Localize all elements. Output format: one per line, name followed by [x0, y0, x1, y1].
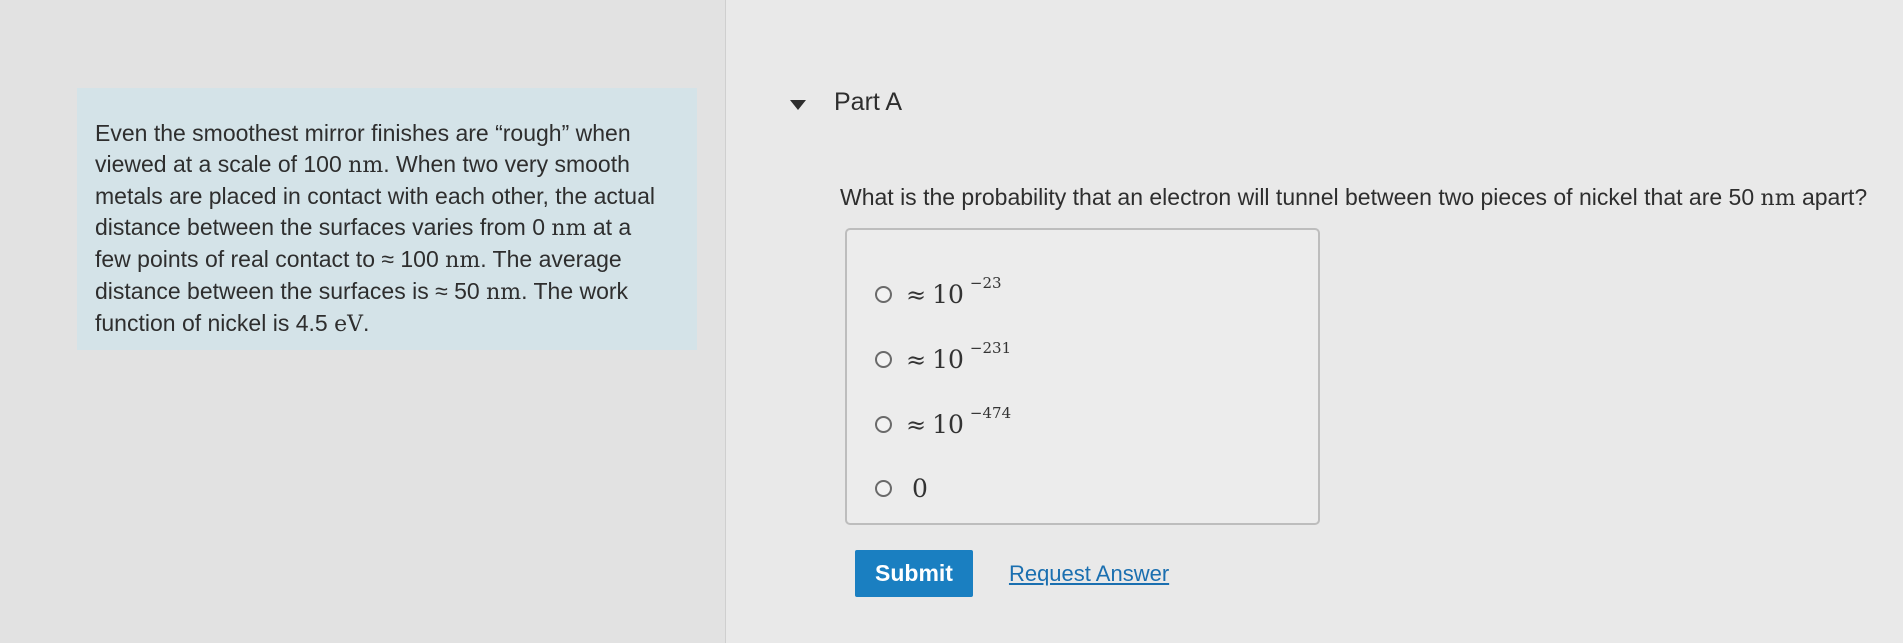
radio-button[interactable] [875, 416, 892, 433]
approx-symbol: ≈ [906, 345, 927, 374]
answer-options-box: ≈ 10 −23 ≈ 10 −231 ≈ 10 −474 0 [845, 228, 1320, 525]
option-2[interactable]: ≈ 10 −231 [875, 339, 1011, 374]
unit-nm: nm [1760, 186, 1796, 211]
question-segment-1: What is the probability that an electron… [840, 184, 1761, 210]
approx-symbol: ≈ [906, 410, 927, 439]
unit-nm: nm [486, 280, 522, 305]
option-1[interactable]: ≈ 10 −23 [875, 274, 1002, 309]
part-title: Part A [834, 88, 903, 116]
intro-text: Even the smoothest mirror finishes are “… [95, 118, 673, 340]
approx-symbol: ≈ [906, 280, 927, 309]
unit-nm: nm [445, 248, 481, 273]
option-exponent: −474 [969, 403, 1012, 422]
option-exponent: −231 [969, 338, 1012, 357]
question-segment-2: apart? [1795, 184, 1868, 210]
request-answer-link[interactable]: Request Answer [1009, 561, 1169, 587]
option-base: 10 [932, 345, 964, 374]
actions-row: Submit Request Answer [855, 550, 1169, 597]
option-exponent: −23 [969, 273, 1002, 292]
radio-button[interactable] [875, 480, 892, 497]
unit-nm: nm [348, 153, 384, 178]
radio-button[interactable] [875, 286, 892, 303]
left-pane: Even the smoothest mirror finishes are “… [0, 0, 726, 643]
intro-panel: Even the smoothest mirror finishes are “… [77, 88, 697, 350]
unit-nm: nm [551, 216, 587, 241]
option-4[interactable]: 0 [875, 474, 934, 503]
option-base: 0 [912, 474, 928, 503]
option-base: 10 [932, 280, 964, 309]
part-a-header[interactable]: Part A [790, 88, 902, 117]
caret-down-icon[interactable] [790, 99, 806, 110]
unit-ev: eV [334, 312, 363, 337]
intro-segment-6: . [363, 310, 370, 336]
option-base: 10 [932, 410, 964, 439]
submit-button[interactable]: Submit [855, 550, 973, 597]
option-3[interactable]: ≈ 10 −474 [875, 404, 1011, 439]
radio-button[interactable] [875, 351, 892, 368]
question-text: What is the probability that an electron… [840, 184, 1867, 211]
